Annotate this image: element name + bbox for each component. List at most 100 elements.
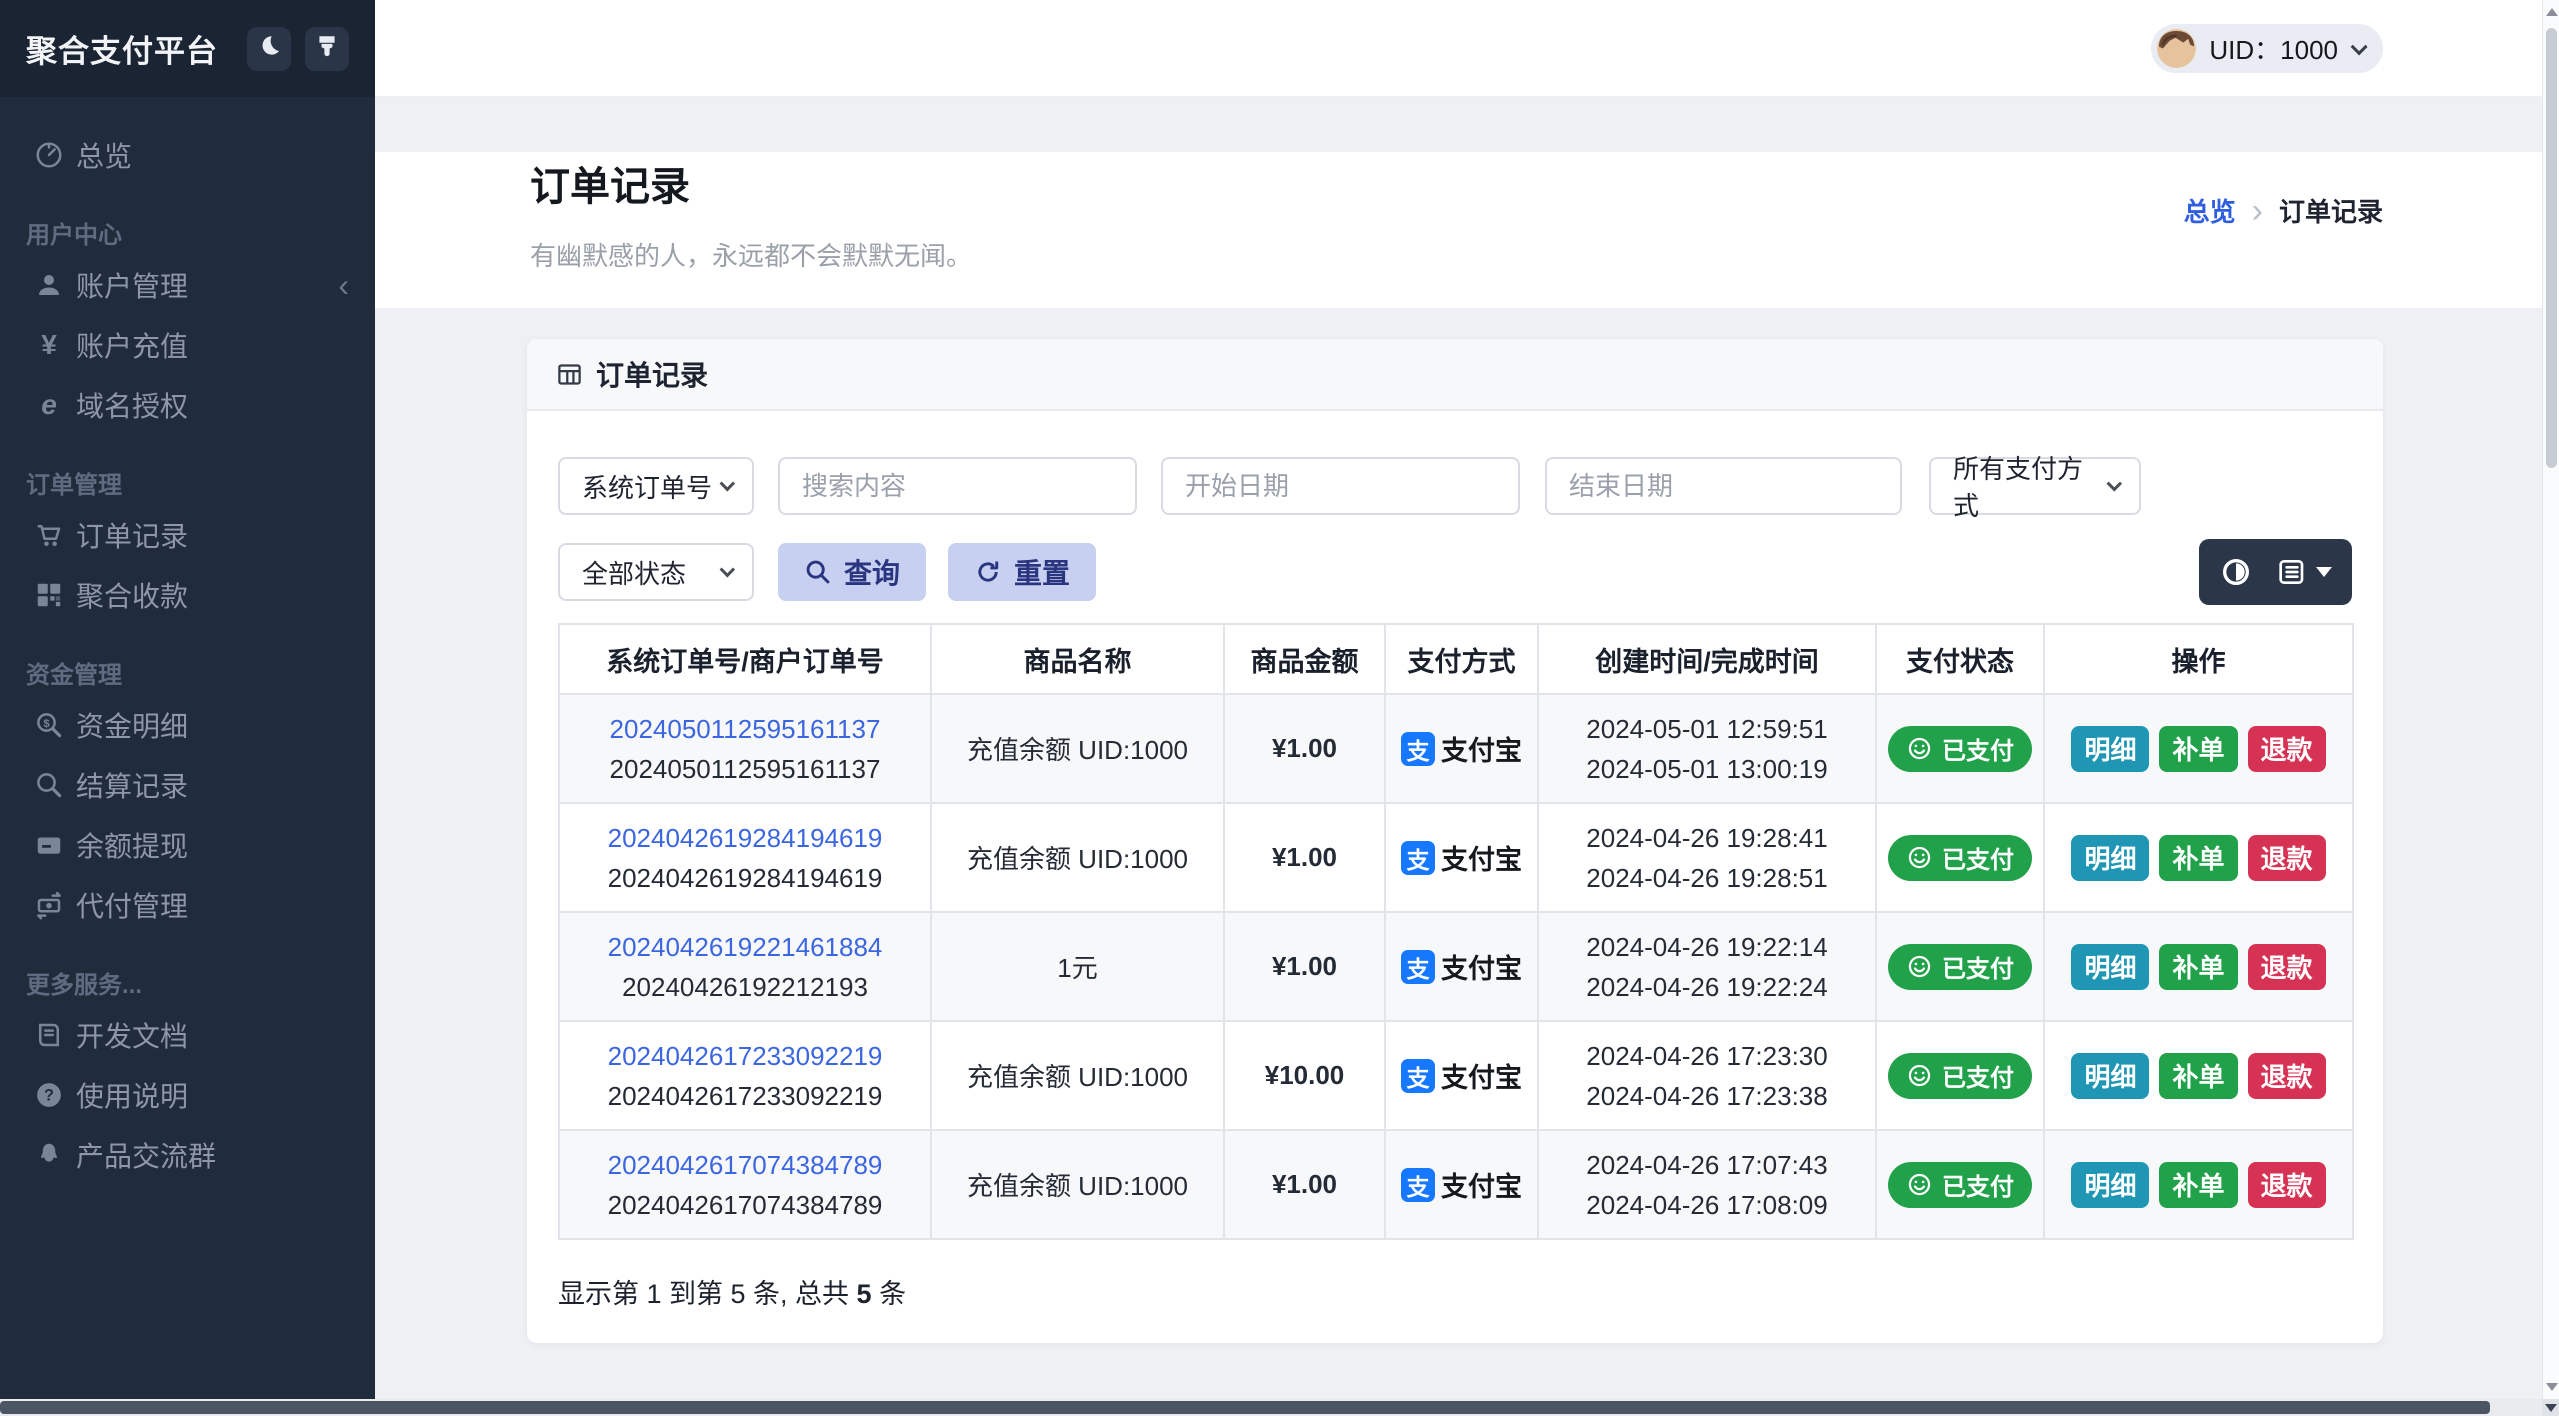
- caret-down-icon: [2315, 567, 2332, 577]
- sidebar-item-overview[interactable]: 总览: [0, 125, 375, 185]
- orders-table: 系统订单号/商户订单号 商品名称 商品金额 支付方式 创建时间/完成时间 支付状…: [558, 623, 2354, 1240]
- status-label: 已支付: [1942, 847, 2014, 874]
- qrcode-icon: [32, 580, 66, 610]
- sys-order-link[interactable]: 2024042619221461884: [560, 927, 930, 967]
- sidebar-item-label: 开发文档: [76, 1021, 189, 1052]
- sidebar-section-order-management: 订单管理: [26, 471, 122, 499]
- supplement-button[interactable]: 补单: [2159, 725, 2238, 772]
- created-time: 2024-05-01 12:59:51: [1586, 713, 1828, 744]
- reset-button-label: 重置: [1014, 558, 1071, 589]
- product-cell: 充值余额 UID:1000: [930, 1129, 1225, 1240]
- dark-mode-button[interactable]: [247, 26, 291, 71]
- qq-penguin-icon: [32, 1140, 66, 1170]
- refund-button[interactable]: 退款: [2247, 1052, 2326, 1099]
- chevron-left-icon: ‹: [338, 267, 349, 303]
- start-date-input[interactable]: [1163, 459, 1518, 513]
- horizontal-scroll-thumb[interactable]: [0, 1401, 2490, 1414]
- start-date-input-wrap: [1161, 457, 1520, 515]
- product-cell: 1元: [930, 911, 1225, 1022]
- times-cell: 2024-04-26 17:07:43 2024-04-26 17:08:09: [1537, 1129, 1877, 1240]
- amount-cell: ¥1.00: [1223, 802, 1386, 913]
- table-columns-icon: [2278, 560, 2303, 584]
- sidebar-item-payout-management[interactable]: 代付管理: [0, 875, 375, 935]
- horizontal-scrollbar[interactable]: [0, 1399, 2542, 1416]
- sidebar-item-account-management[interactable]: 账户管理 ‹: [0, 255, 375, 315]
- col-header-actions: 操作: [2043, 623, 2354, 695]
- vertical-scroll-thumb[interactable]: [2546, 28, 2557, 468]
- detail-button[interactable]: 明细: [2071, 943, 2150, 990]
- order-no-cell: 2024050112595161137 2024050112595161137: [558, 693, 932, 804]
- bank-card-icon: [32, 830, 66, 860]
- sidebar-item-usage-instructions[interactable]: ? 使用说明: [0, 1065, 375, 1125]
- sys-order-link[interactable]: 2024042619284194619: [560, 818, 930, 858]
- supplement-button[interactable]: 补单: [2159, 1161, 2238, 1208]
- reset-button[interactable]: 重置: [948, 543, 1097, 601]
- refund-button[interactable]: 退款: [2247, 1161, 2326, 1208]
- sys-order-link[interactable]: 2024042617074384789: [560, 1145, 930, 1185]
- supplement-button[interactable]: 补单: [2159, 943, 2238, 990]
- pay-method-select[interactable]: 所有支付方式: [1929, 454, 2141, 521]
- alipay-icon: 支: [1401, 1167, 1435, 1202]
- sys-order-link[interactable]: 2024042617233092219: [560, 1036, 930, 1076]
- detail-button[interactable]: 明细: [2071, 725, 2150, 772]
- corner-arrow-icon: [2544, 1403, 2557, 1412]
- sidebar-item-dev-docs[interactable]: 开发文档: [0, 1005, 375, 1065]
- supplement-button[interactable]: 补单: [2159, 1052, 2238, 1099]
- scroll-up-arrow-icon[interactable]: [2546, 8, 2558, 16]
- supplement-button[interactable]: 补单: [2159, 834, 2238, 881]
- theme-button[interactable]: [305, 26, 349, 71]
- query-button[interactable]: 查询: [778, 543, 927, 601]
- card-header-title: 订单记录: [596, 360, 709, 391]
- actions-cell: 明细 补单 退款: [2043, 1020, 2354, 1131]
- status-select[interactable]: 全部状态: [558, 543, 754, 601]
- status-badge: 已支付: [1888, 725, 2032, 772]
- created-time: 2024-04-26 19:22:14: [1586, 931, 1828, 962]
- svg-text:?: ?: [44, 1087, 54, 1105]
- sidebar-item-account-recharge[interactable]: ¥ 账户充值: [0, 315, 375, 375]
- detail-button[interactable]: 明细: [2071, 1052, 2150, 1099]
- times-cell: 2024-04-26 19:22:14 2024-04-26 19:22:24: [1537, 911, 1877, 1022]
- pay-method-cell: 支支付宝: [1384, 1020, 1539, 1131]
- sidebar-item-fund-details[interactable]: $ 资金明细: [0, 695, 375, 755]
- alipay-icon: 支: [1401, 731, 1435, 766]
- detail-button[interactable]: 明细: [2071, 1161, 2150, 1208]
- alipay-icon: 支: [1401, 949, 1435, 984]
- detail-button[interactable]: 明细: [2071, 834, 2150, 881]
- sidebar-item-product-group[interactable]: 产品交流群: [0, 1125, 375, 1185]
- amount-cell: ¥1.00: [1223, 1129, 1386, 1240]
- status-cell: 已支付: [1875, 1129, 2045, 1240]
- table-row: 2024042619221461884 20240426192212193 1元 …: [558, 911, 2354, 1022]
- col-header-amount: 商品金额: [1223, 623, 1386, 695]
- status-cell: 已支付: [1875, 693, 2045, 804]
- alipay-icon: 支: [1401, 840, 1435, 875]
- breadcrumb-home-link[interactable]: 总览: [2184, 192, 2236, 229]
- sidebar-item-aggregate-collection[interactable]: 聚合收款: [0, 565, 375, 625]
- pay-method-cell: 支支付宝: [1384, 802, 1539, 913]
- sidebar-item-label: 余额提现: [76, 831, 189, 862]
- orders-card: 订单记录 系统订单号 所有支付方式 全部状态: [527, 339, 2383, 1343]
- end-date-input[interactable]: [1547, 459, 1900, 513]
- created-time: 2024-04-26 17:23:30: [1586, 1040, 1828, 1071]
- card-header: 订单记录: [527, 339, 2383, 411]
- columns-menu-button[interactable]: [2276, 556, 2332, 588]
- product-cell: 充值余额 UID:1000: [930, 1020, 1225, 1131]
- vertical-scrollbar[interactable]: [2542, 0, 2559, 1399]
- refund-button[interactable]: 退款: [2247, 943, 2326, 990]
- refund-button[interactable]: 退款: [2247, 725, 2326, 772]
- yen-icon: ¥: [41, 329, 57, 360]
- search-type-select[interactable]: 系统订单号: [558, 457, 754, 515]
- table-icon: [558, 363, 581, 385]
- status-label: 已支付: [1942, 1174, 2014, 1201]
- sidebar-item-order-records[interactable]: 订单记录: [0, 505, 375, 565]
- sidebar-item-domain-auth[interactable]: e 域名授权: [0, 375, 375, 435]
- sidebar: 聚合支付平台 总览 用户中心 账户管理 ‹ ¥ 账户充值 e 域名授权 订单管理: [0, 0, 375, 1399]
- user-menu[interactable]: UID：1000: [2151, 24, 2383, 73]
- fullscreen-toggle-button[interactable]: [2220, 556, 2252, 588]
- sidebar-section-user-center: 用户中心: [26, 221, 122, 249]
- sidebar-item-settlement-records[interactable]: 结算记录: [0, 755, 375, 815]
- scroll-down-arrow-icon[interactable]: [2546, 1383, 2558, 1391]
- sys-order-link[interactable]: 2024050112595161137: [560, 709, 930, 749]
- search-input[interactable]: [780, 459, 1135, 513]
- sidebar-item-balance-withdrawal[interactable]: 余额提现: [0, 815, 375, 875]
- refund-button[interactable]: 退款: [2247, 834, 2326, 881]
